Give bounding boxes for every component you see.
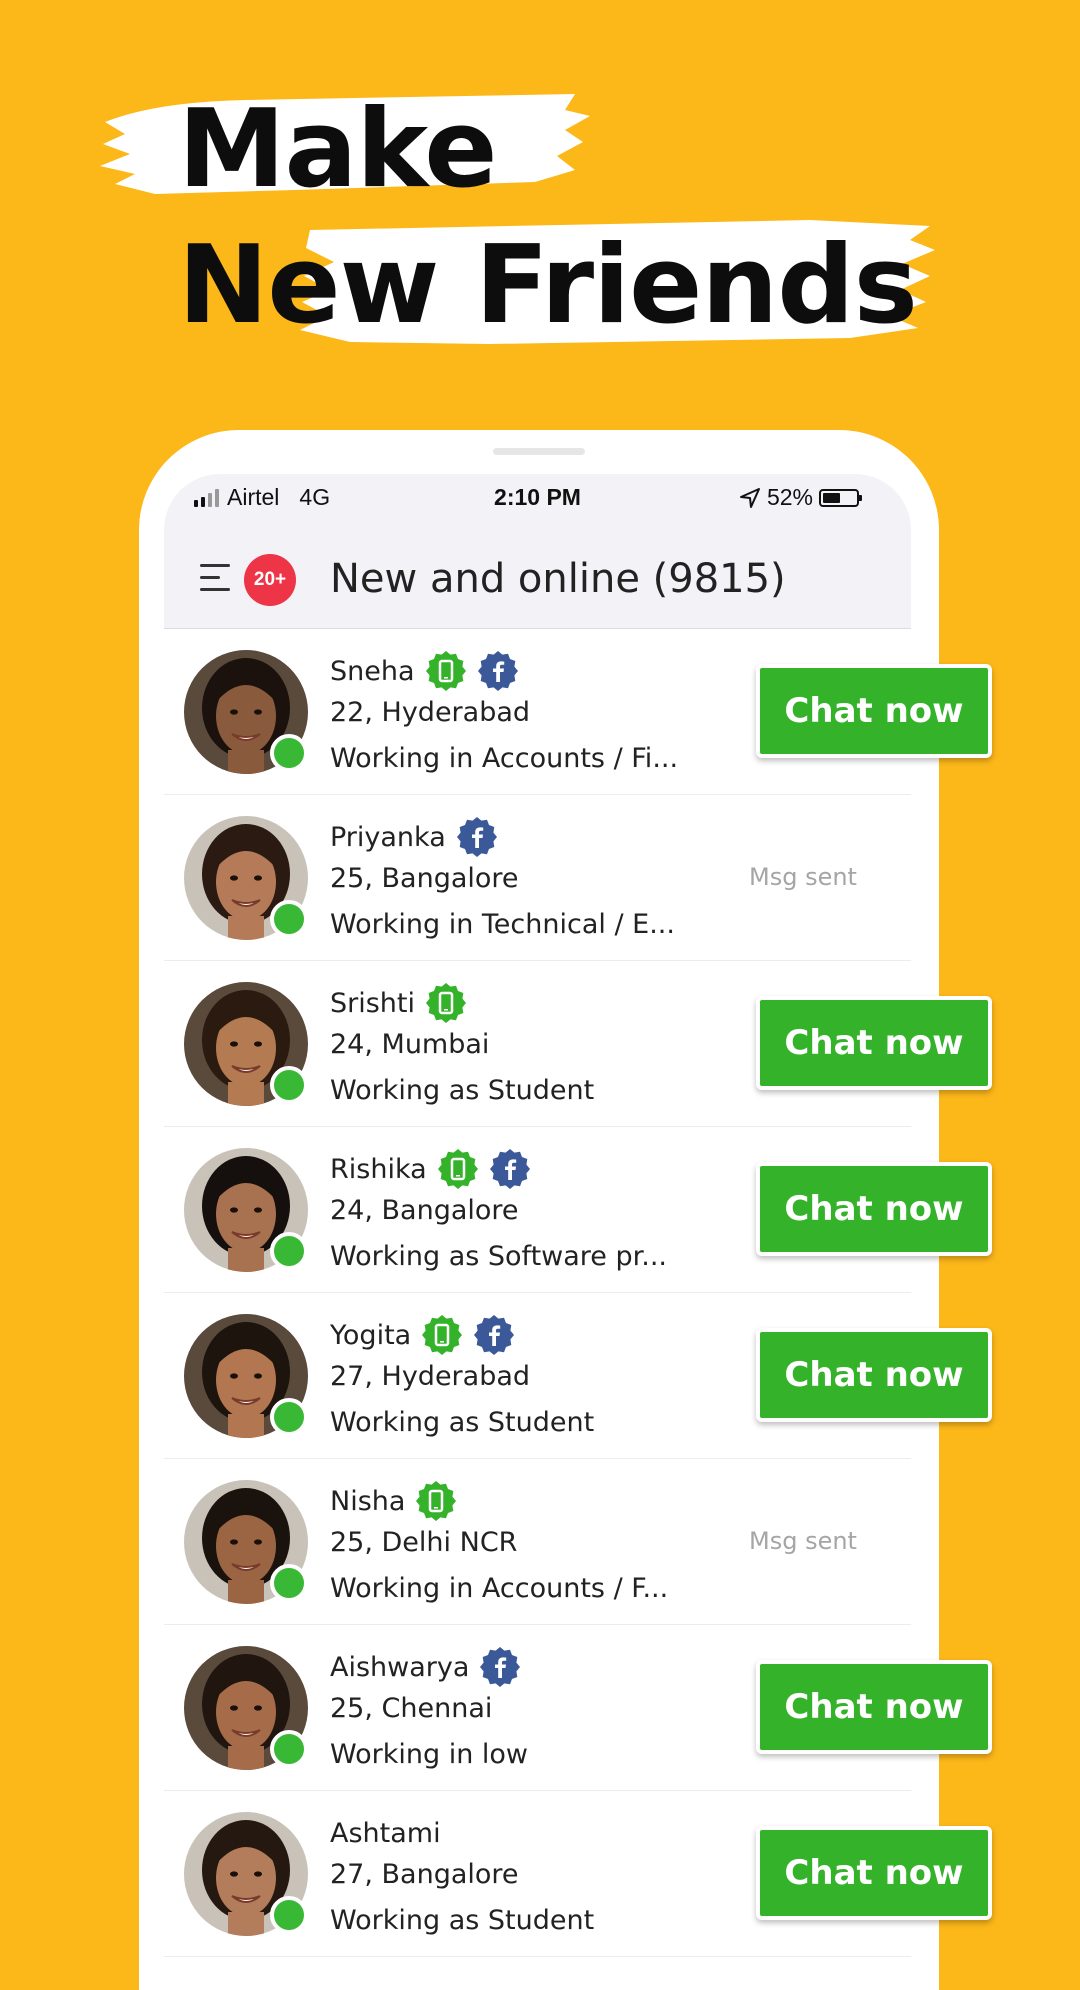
user-list: Sneha 22, Hyderabad Working in Accounts … xyxy=(164,629,992,1957)
facebook-verified-icon xyxy=(479,1646,521,1688)
user-age-location: 25, Bangalore xyxy=(330,863,519,894)
user-occupation: Working as Student xyxy=(330,1407,595,1438)
user-name: Sneha xyxy=(330,655,415,687)
user-occupation: Working in Technical / E... xyxy=(330,909,675,940)
user-name: Rishika xyxy=(330,1153,427,1185)
user-list-item[interactable]: Rishika 24, Bangalore Working as Softwar… xyxy=(164,1127,992,1293)
notification-badge[interactable]: 20+ xyxy=(244,554,296,606)
verified-phone-icon xyxy=(437,1148,479,1190)
online-status-indicator xyxy=(270,900,308,938)
phone-speaker xyxy=(493,448,585,455)
user-occupation: Working in Accounts / Fi... xyxy=(330,743,679,774)
chat-now-button[interactable]: Chat now xyxy=(756,1162,992,1256)
user-occupation: Working as Student xyxy=(330,1075,595,1106)
user-list-item[interactable]: Yogita 27, Hyderabad Working as Student … xyxy=(164,1293,992,1459)
msg-sent-label: Msg sent xyxy=(749,1527,857,1555)
chat-now-button[interactable]: Chat now xyxy=(756,664,992,758)
user-occupation: Working in low xyxy=(330,1739,529,1770)
battery-icon xyxy=(819,488,862,507)
facebook-verified-icon xyxy=(473,1314,515,1356)
user-age-location: 27, Hyderabad xyxy=(330,1361,531,1392)
user-age-location: 22, Hyderabad xyxy=(330,697,531,728)
page-title: New and online (9815) xyxy=(330,556,786,602)
facebook-verified-icon xyxy=(489,1148,531,1190)
chat-now-button[interactable]: Chat now xyxy=(756,1328,992,1422)
chat-now-button[interactable]: Chat now xyxy=(756,1660,992,1754)
user-name: Srishti xyxy=(330,987,416,1019)
user-age-location: 27, Bangalore xyxy=(330,1859,519,1890)
user-list-item[interactable]: Ashtami 27, Bangalore Working as Student… xyxy=(164,1791,992,1957)
online-status-indicator xyxy=(270,1730,308,1768)
online-status-indicator xyxy=(270,1564,308,1602)
chat-now-button[interactable]: Chat now xyxy=(756,996,992,1090)
verified-phone-icon xyxy=(425,650,467,692)
user-age-location: 24, Mumbai xyxy=(330,1029,490,1060)
user-name: Yogita xyxy=(330,1319,412,1351)
user-name: Aishwarya xyxy=(330,1651,470,1683)
battery-percent: 52% xyxy=(766,484,813,510)
online-status-indicator xyxy=(270,1398,308,1436)
user-list-item[interactable]: Srishti 24, Mumbai Working as Student Ch… xyxy=(164,961,992,1127)
location-arrow-icon xyxy=(739,487,760,508)
verified-phone-icon xyxy=(425,982,467,1024)
headline-line-2: New Friends xyxy=(178,223,918,348)
facebook-verified-icon xyxy=(456,816,498,858)
user-age-location: 25, Chennai xyxy=(330,1693,493,1724)
user-age-location: 24, Bangalore xyxy=(330,1195,519,1226)
user-name: Ashtami xyxy=(330,1817,441,1849)
user-name: Nisha xyxy=(330,1485,406,1517)
user-list-item[interactable]: Aishwarya 25, Chennai Working in low Cha… xyxy=(164,1625,992,1791)
user-list-item[interactable]: Sneha 22, Hyderabad Working in Accounts … xyxy=(164,629,992,795)
headline-line-1: Make xyxy=(178,87,498,212)
hamburger-menu-icon[interactable] xyxy=(200,562,232,594)
status-bar: Airtel 4G 2:10 PM 52% xyxy=(164,474,911,530)
online-status-indicator xyxy=(270,1066,308,1104)
user-name: Priyanka xyxy=(330,821,446,853)
user-list-item[interactable]: Nisha 25, Delhi NCR Working in Accounts … xyxy=(164,1459,911,1625)
user-occupation: Working as Software pr... xyxy=(330,1241,668,1272)
chat-now-button[interactable]: Chat now xyxy=(756,1826,992,1920)
app-header: 20+ New and online (9815) xyxy=(164,530,911,629)
msg-sent-label: Msg sent xyxy=(749,863,857,891)
facebook-verified-icon xyxy=(477,650,519,692)
online-status-indicator xyxy=(270,1896,308,1934)
user-occupation: Working as Student xyxy=(330,1905,595,1936)
user-age-location: 25, Delhi NCR xyxy=(330,1527,518,1558)
verified-phone-icon xyxy=(421,1314,463,1356)
online-status-indicator xyxy=(270,734,308,772)
phone-screen: Airtel 4G 2:10 PM 52% 20+ New and online… xyxy=(164,474,992,1957)
user-list-item[interactable]: Priyanka 25, Bangalore Working in Techni… xyxy=(164,795,911,961)
verified-phone-icon xyxy=(415,1480,457,1522)
online-status-indicator xyxy=(270,1232,308,1270)
user-occupation: Working in Accounts / F... xyxy=(330,1573,669,1604)
